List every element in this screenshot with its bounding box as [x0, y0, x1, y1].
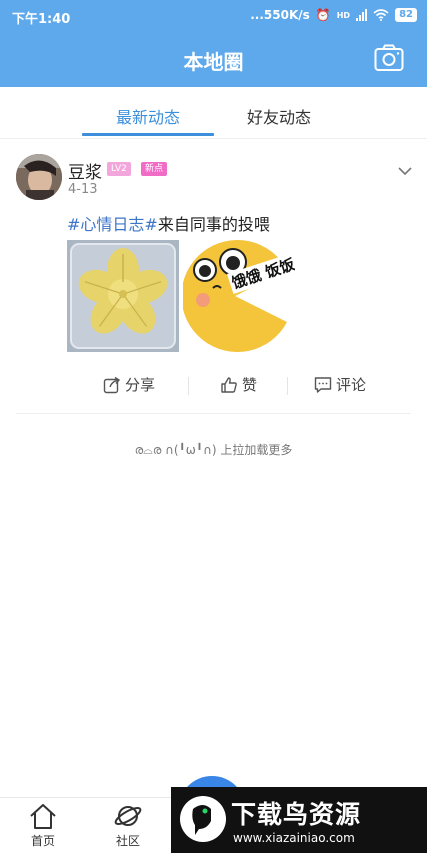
action-divider	[287, 377, 288, 395]
network-speed: ...550K/s	[250, 8, 310, 22]
home-icon	[30, 804, 56, 829]
thumbs-up-icon	[221, 376, 237, 393]
status-indicators: ...550K/s ⏰ HD 82	[250, 8, 417, 22]
feed-tabs: 最新动态 好友动态	[0, 87, 427, 139]
camera-icon[interactable]	[374, 44, 404, 72]
bird-logo-icon	[180, 796, 226, 842]
status-time: 下午1:40	[12, 12, 71, 27]
tab-latest[interactable]: 最新动态	[82, 104, 214, 128]
post-username[interactable]: 豆浆	[68, 158, 102, 183]
watermark-banner: 下载鸟资源 www.xiazainiao.com	[171, 787, 427, 853]
post-date: 4-13	[68, 182, 98, 197]
tab-friends[interactable]: 好友动态	[213, 104, 345, 128]
post-text: 来自同事的投喂	[157, 215, 270, 234]
level-badge: LV2	[107, 162, 131, 176]
nav-home-label: 首页	[30, 834, 55, 848]
comment-button[interactable]: 评论	[314, 374, 366, 395]
post-content[interactable]: #心情日志#来自同事的投喂	[67, 211, 270, 235]
post-actions: 分享 赞 评论	[16, 372, 411, 402]
comment-label: 评论	[336, 376, 367, 394]
share-icon	[103, 376, 121, 393]
like-label: 赞	[242, 376, 258, 394]
watermark-url: www.xiazainiao.com	[233, 831, 355, 845]
nav-community-label: 社区	[115, 834, 140, 848]
nav-community[interactable]: 社区	[100, 802, 156, 849]
status-bar: 下午1:40 ...550K/s ⏰ HD 82	[0, 0, 427, 32]
app-header: 下午1:40 ...550K/s ⏰ HD 82 本地圈	[0, 0, 427, 87]
nav-home[interactable]: 首页	[15, 802, 71, 849]
post-topic[interactable]: #心情日志#	[67, 215, 158, 234]
like-button[interactable]: 赞	[220, 374, 257, 395]
tag-badge: 新点	[141, 162, 168, 176]
share-label: 分享	[125, 376, 156, 394]
network-label: HD	[336, 10, 351, 20]
page-title: 本地圈	[183, 50, 244, 74]
action-divider	[188, 377, 189, 395]
share-button[interactable]: 分享	[103, 374, 155, 395]
wifi-icon	[373, 9, 389, 21]
signal-icon	[356, 9, 368, 21]
post-divider	[16, 413, 411, 414]
battery-indicator: 82	[395, 8, 417, 22]
load-more-hint: ര⌓ര ∩(╹ω╹∩) 上拉加载更多	[134, 443, 293, 457]
watermark-title: 下载鸟资源	[231, 800, 362, 829]
avatar[interactable]	[16, 154, 62, 200]
post-image-flower-cake[interactable]	[67, 240, 179, 352]
planet-icon	[114, 806, 142, 826]
active-tab-indicator	[82, 133, 214, 136]
comment-icon	[314, 376, 332, 393]
chevron-down-icon[interactable]	[397, 164, 413, 178]
alarm-icon: ⏰	[315, 8, 331, 22]
title-bar: 本地圈	[0, 32, 427, 87]
post-image-meme[interactable]: 饿饿 饭饭	[183, 240, 295, 352]
